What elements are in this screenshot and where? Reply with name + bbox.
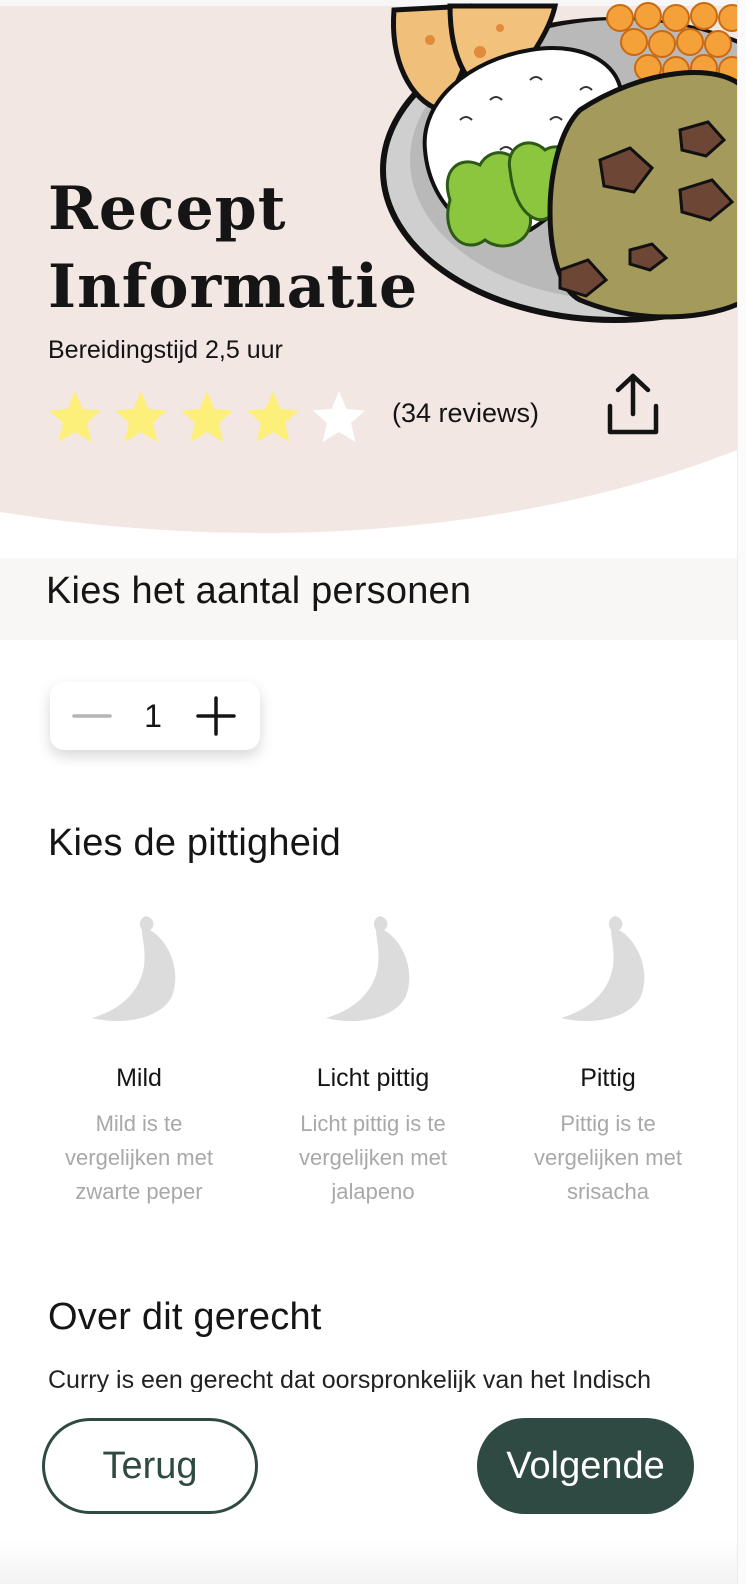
pepper-icon (92, 916, 176, 1022)
curry-dish-illustration (380, 2, 746, 323)
plus-icon[interactable] (196, 696, 236, 736)
footer-shade (0, 1540, 746, 1584)
spice-option-licht-pittig[interactable]: Licht pittig Licht pittig is te vergelij… (278, 910, 468, 1209)
preparation-time: Bereidingstijd 2,5 uur (48, 336, 283, 364)
spice-desc-line: Mild is te (95, 1111, 183, 1136)
next-button[interactable]: Volgende (477, 1418, 694, 1514)
page-title-line-2: Informatie (48, 252, 419, 322)
spice-desc-line: vergelijken met (534, 1145, 682, 1170)
spice-option-name: Licht pittig (316, 1064, 430, 1092)
spice-option-mild[interactable]: Mild Mild is te vergelijken met zwarte p… (44, 910, 234, 1209)
spice-option-pittig[interactable]: Pittig Pittig is te vergelijken met sris… (513, 910, 703, 1209)
spice-desc-line: zwarte peper (75, 1179, 203, 1204)
spice-option-name: Pittig (580, 1064, 636, 1092)
spice-desc-line: vergelijken met (65, 1145, 213, 1170)
persons-title: Kies het aantal personen (46, 570, 472, 612)
spice-desc-line: Pittig is te (560, 1111, 656, 1136)
about-text: Curry is een gerecht dat oorspronkelijk … (48, 1366, 652, 1392)
spice-option-description: Mild is te vergelijken met zwarte peper (44, 1107, 234, 1209)
persons-stepper: 1 (50, 682, 260, 750)
spice-desc-line: vergelijken met (299, 1145, 447, 1170)
star-filled-icon (49, 391, 101, 442)
spice-desc-line: jalapeno (331, 1179, 415, 1204)
hero-section: Recept Informatie Bereidingstijd 2,5 uur… (0, 0, 746, 540)
spice-desc-line: Licht pittig is te (300, 1111, 446, 1136)
minus-icon[interactable] (72, 696, 112, 736)
pepper-icon (561, 916, 645, 1022)
page-title: Recept Informatie (48, 170, 418, 326)
spice-option-name: Mild (116, 1064, 162, 1092)
pepper-icon (326, 916, 410, 1022)
star-empty-icon (313, 391, 365, 442)
back-button[interactable]: Terug (42, 1418, 258, 1514)
about-title: Over dit gerecht (48, 1296, 322, 1338)
page-title-line-1: Recept (48, 174, 287, 244)
persons-count: 1 (144, 698, 162, 734)
review-count[interactable]: (34 reviews) (392, 398, 539, 429)
star-filled-icon (181, 391, 233, 442)
spice-option-description: Pittig is te vergelijken met srisacha (513, 1107, 703, 1209)
spice-option-description: Licht pittig is te vergelijken met jalap… (278, 1107, 468, 1209)
spice-title: Kies de pittigheid (48, 822, 342, 864)
rating-stars (46, 388, 368, 446)
share-icon[interactable] (604, 372, 662, 438)
star-filled-icon (115, 391, 167, 442)
scroll-edge (737, 0, 746, 1584)
star-filled-icon (247, 391, 299, 442)
spice-desc-line: srisacha (567, 1179, 649, 1204)
